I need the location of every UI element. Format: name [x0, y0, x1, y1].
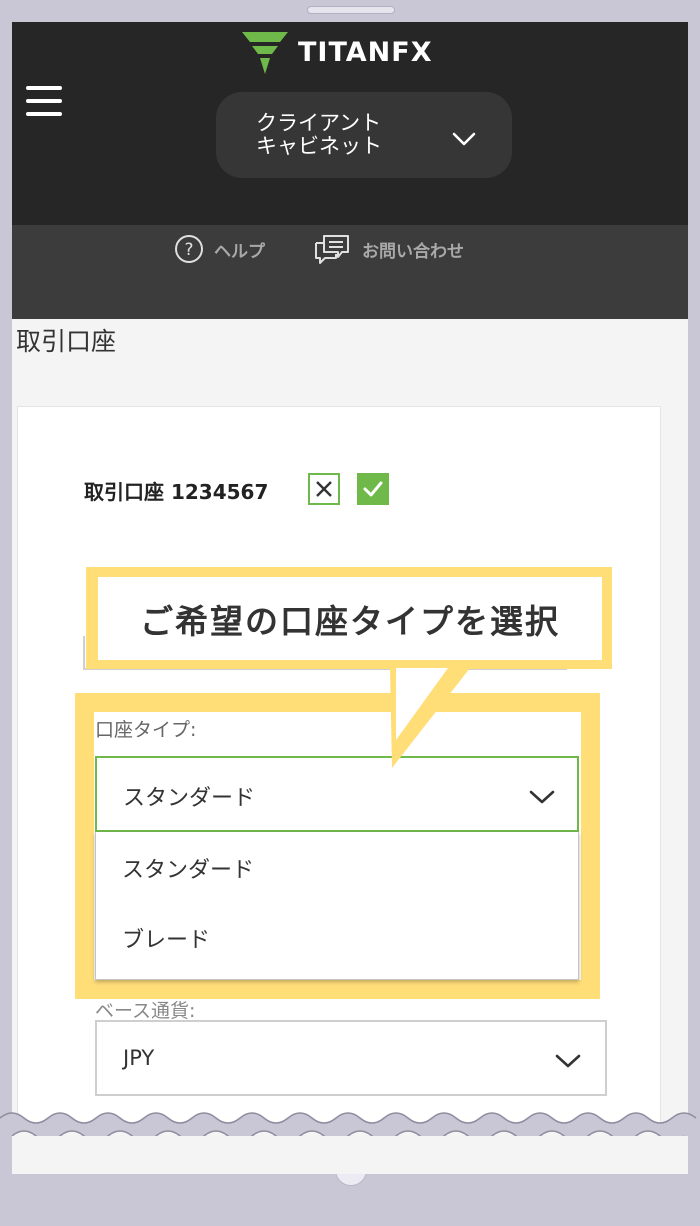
titanfx-logo[interactable]: TITANFX	[240, 28, 433, 76]
account-type-label: 口座タイプ:	[95, 719, 197, 741]
titanfx-logo-icon	[242, 32, 288, 74]
chat-icon	[315, 235, 349, 264]
chevron-down-icon	[529, 790, 555, 804]
callout-pointer	[390, 668, 470, 768]
account-heading: 取引口座 1234567	[84, 480, 269, 504]
client-cabinet-label: クライアント キャビネット	[256, 111, 382, 158]
account-type-option-standard[interactable]: スタンダード	[96, 832, 578, 902]
help-link[interactable]: ? ヘルプ	[174, 234, 265, 264]
contact-link[interactable]: お問い合わせ	[312, 232, 464, 266]
account-type-select[interactable]: スタンダード	[95, 756, 579, 832]
svg-text:?: ?	[184, 240, 193, 260]
menu-icon[interactable]	[26, 86, 62, 116]
base-currency-selected-value: JPY	[123, 1046, 155, 1070]
help-label: ヘルプ	[214, 241, 265, 262]
callout: ご希望の口座タイプを選択	[98, 577, 602, 660]
client-cabinet-dropdown[interactable]: クライアント キャビネット	[216, 92, 512, 178]
logo-wordmark: TITANFX	[298, 36, 433, 68]
option-label: スタンダード	[122, 858, 255, 883]
contact-label: お問い合わせ	[362, 241, 464, 262]
account-type-options: スタンダード ブレード	[95, 832, 579, 980]
page-title: 取引口座	[16, 327, 117, 356]
confirm-icon[interactable]	[357, 473, 389, 505]
screen-bottom-strip	[12, 1136, 688, 1174]
account-type-option-blade[interactable]: ブレード	[96, 902, 578, 972]
base-currency-select[interactable]: JPY	[95, 1020, 607, 1096]
account-type-selected-value: スタンダード	[123, 786, 256, 811]
option-label: ブレード	[122, 928, 211, 953]
callout-text: ご希望の口座タイプを選択	[140, 601, 560, 641]
chevron-down-icon	[555, 1054, 581, 1068]
chevron-down-icon	[452, 132, 476, 146]
device-speaker	[307, 6, 395, 14]
base-currency-label: ベース通貨:	[95, 1000, 196, 1022]
cancel-icon[interactable]	[308, 473, 340, 505]
help-icon: ?	[175, 235, 203, 263]
